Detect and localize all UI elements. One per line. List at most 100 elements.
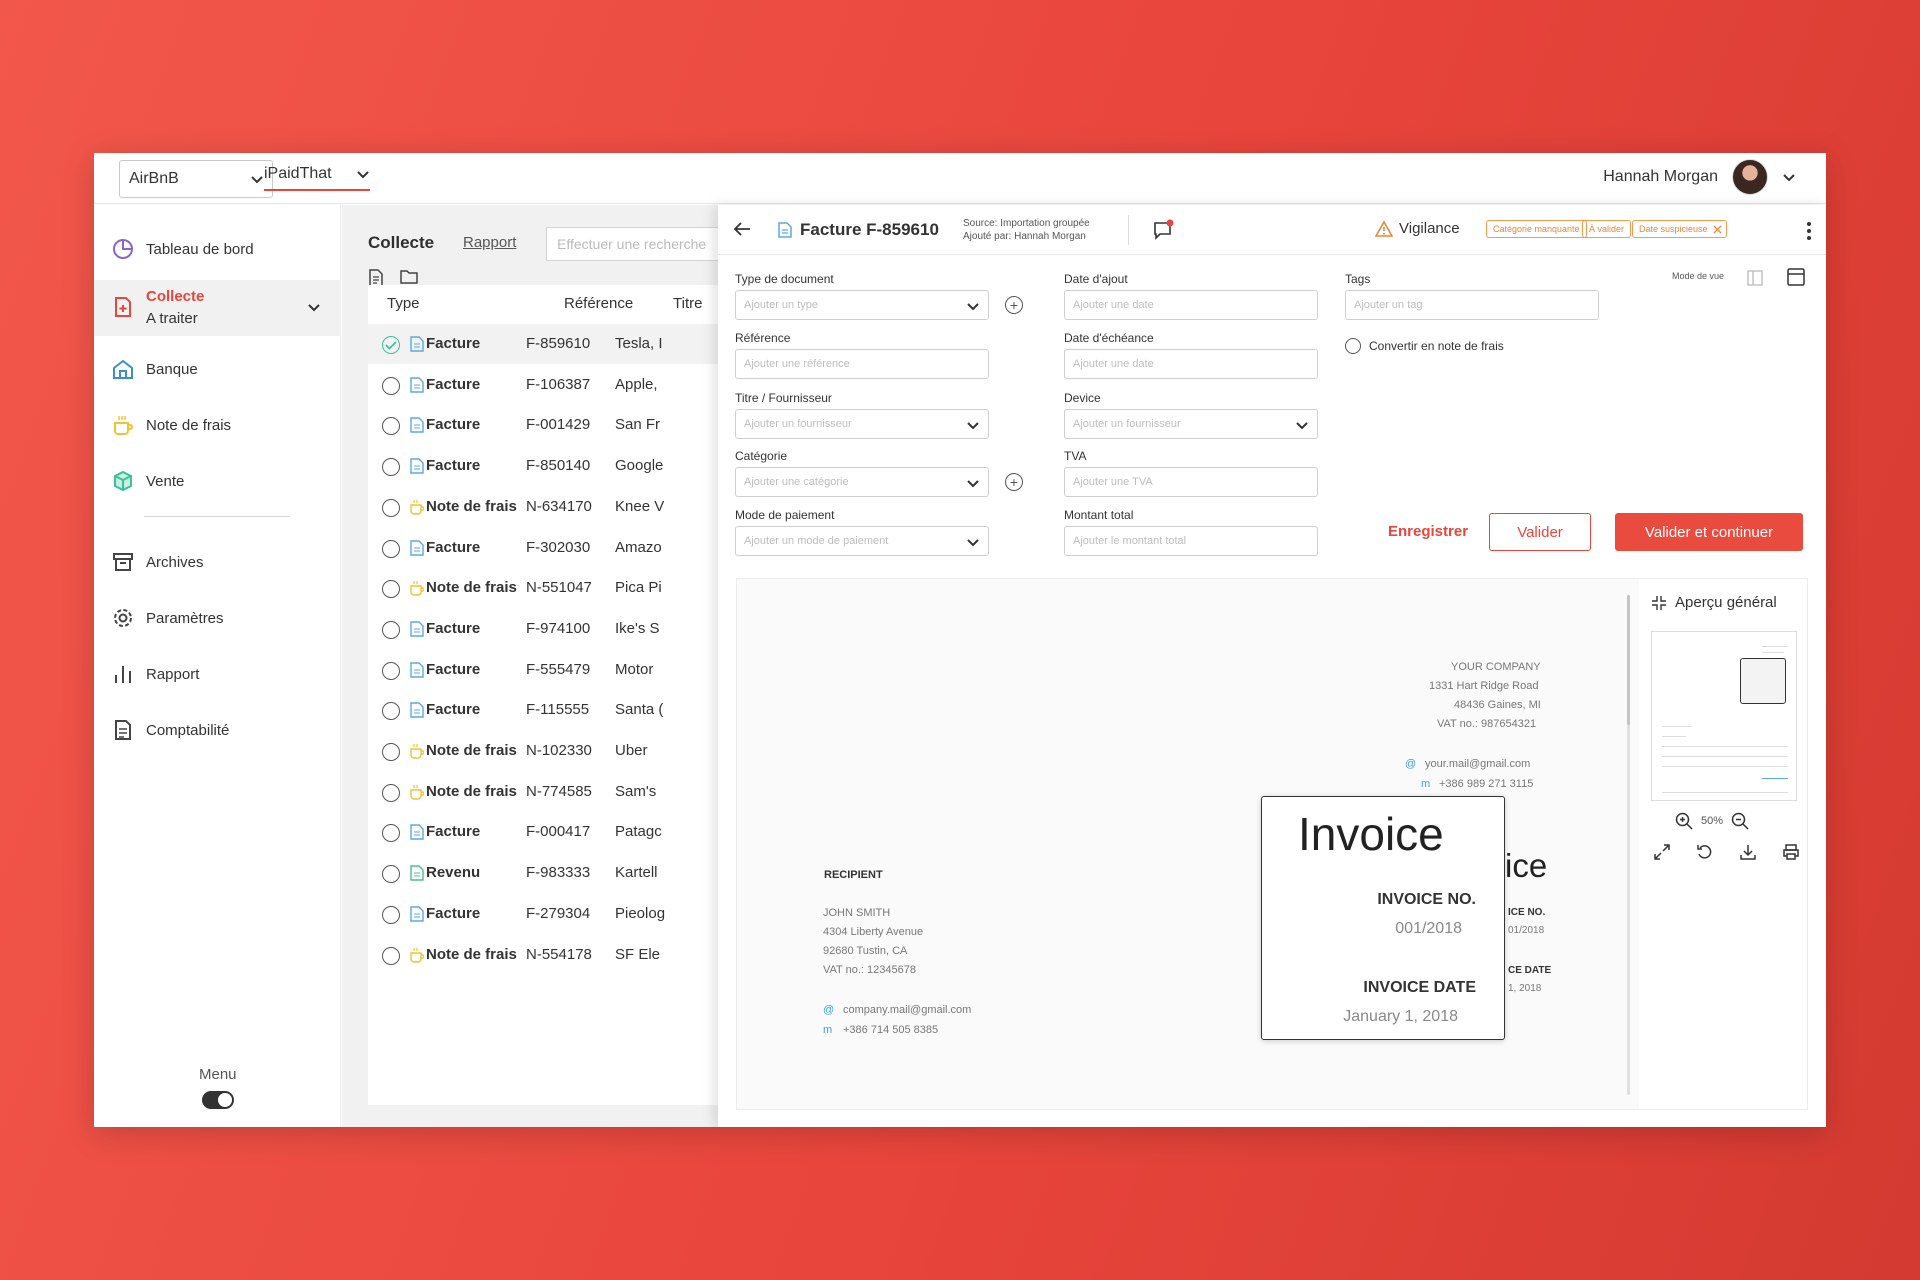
sidebar-item-rapport[interactable]: Rapport	[94, 652, 341, 696]
download-icon[interactable]	[1739, 843, 1757, 861]
payment-placeholder: Ajouter un mode de paiement	[744, 535, 889, 547]
zoom-in-icon[interactable]	[1675, 812, 1693, 830]
overview-thumbnail[interactable]	[1651, 631, 1797, 801]
table-row[interactable]: Revenu F-983333 Kartell	[368, 853, 748, 893]
user-menu[interactable]: Hannah Morgan	[1603, 159, 1796, 195]
single-panel-view-icon[interactable]	[1747, 270, 1763, 286]
print-icon[interactable]	[1782, 843, 1800, 861]
row-select-radio[interactable]	[382, 498, 400, 517]
convert-expense-option[interactable]: Convertir en note de frais	[1345, 338, 1504, 354]
sidebar-item-collecte[interactable]: Collecte A traiter	[94, 280, 341, 336]
search-input[interactable]: Effectuer une recherche	[546, 227, 746, 261]
total-input[interactable]: Ajouter le montant total	[1064, 526, 1318, 556]
table-row[interactable]: Note de frais N-554178 SF Ele	[368, 935, 748, 975]
sidebar-item-archives[interactable]: Archives	[94, 540, 341, 584]
row-select-radio[interactable]	[382, 336, 400, 354]
type-select[interactable]: Ajouter un type	[735, 290, 989, 320]
split-view-icon[interactable]	[1787, 268, 1805, 286]
tva-input[interactable]: Ajouter une TVA	[1064, 467, 1318, 497]
validate-continue-button[interactable]: Valider et continuer	[1615, 513, 1803, 551]
sidebar-item-dashboard[interactable]: Tableau de bord	[94, 227, 341, 271]
bar-chart-icon	[115, 666, 131, 683]
table-row[interactable]: Facture F-106387 Apple,	[368, 365, 748, 405]
company-select[interactable]: AirBnB	[119, 160, 273, 198]
comment-icon[interactable]	[1152, 219, 1174, 241]
added-date-input[interactable]: Ajouter une date	[1064, 290, 1318, 320]
org-select[interactable]: iPaidThat	[264, 159, 370, 191]
row-select-radio[interactable]	[382, 417, 400, 436]
column-header-type[interactable]: Type	[387, 295, 420, 312]
convert-label: Convertir en note de frais	[1369, 339, 1504, 353]
row-title: Pica Pi	[615, 579, 662, 597]
sidebar-item-banque[interactable]: Banque	[94, 347, 341, 391]
tag-categorie-manquante[interactable]: Catégorie manquante	[1486, 220, 1587, 238]
zoom-controls: 50%	[1675, 812, 1749, 830]
table-row[interactable]: Facture F-302030 Amazo	[368, 528, 748, 568]
row-select-radio[interactable]	[382, 580, 400, 599]
add-category-icon[interactable]: +	[1005, 473, 1023, 491]
zoom-out-icon[interactable]	[1731, 812, 1749, 830]
row-select-radio[interactable]	[382, 865, 400, 884]
table-row[interactable]: Note de frais N-551047 Pica Pi	[368, 568, 748, 608]
tag-a-valider[interactable]: À valider	[1582, 220, 1632, 238]
payment-select[interactable]: Ajouter un mode de paiement	[735, 526, 989, 556]
thumbnail-line	[1762, 646, 1788, 647]
due-date-input[interactable]: Ajouter une date	[1064, 349, 1318, 379]
collapse-icon[interactable]	[1651, 595, 1667, 611]
table-row[interactable]: Facture F-001429 San Fr	[368, 405, 748, 445]
row-select-radio[interactable]	[382, 539, 400, 558]
table-row[interactable]: Note de frais N-634170 Knee V	[368, 487, 748, 527]
table-row[interactable]: Facture F-000417 Patagc	[368, 812, 748, 852]
table-row[interactable]: Facture F-974100 Ike's S	[368, 609, 748, 649]
row-select-radio[interactable]	[382, 702, 400, 721]
category-select[interactable]: Ajouter une catégorie	[735, 467, 989, 497]
rapport-link[interactable]: Rapport	[463, 234, 516, 251]
row-select-radio[interactable]	[382, 824, 400, 843]
table-row[interactable]: Note de frais N-774585 Sam's	[368, 772, 748, 812]
table-row[interactable]: Note de frais N-102330 Uber	[368, 731, 748, 771]
table-row[interactable]: Facture F-850140 Google	[368, 446, 748, 486]
convert-radio[interactable]	[1345, 338, 1361, 354]
row-select-radio[interactable]	[382, 905, 400, 924]
row-select-radio[interactable]	[382, 620, 400, 639]
table-row[interactable]: Facture F-279304 Pieolog	[368, 894, 748, 934]
row-select-radio[interactable]	[382, 946, 400, 965]
sidebar-item-vente[interactable]: Vente	[94, 459, 341, 503]
sidebar-item-comptabilite[interactable]: Comptabilité	[94, 708, 341, 752]
validate-button[interactable]: Valider	[1489, 513, 1591, 551]
row-select-radio[interactable]	[382, 376, 400, 395]
row-select-radio[interactable]	[382, 661, 400, 680]
row-title: Patagc	[615, 823, 662, 841]
menu-toggle[interactable]	[202, 1091, 234, 1109]
more-options-icon[interactable]	[1806, 221, 1812, 241]
column-header-title[interactable]: Titre	[673, 295, 702, 312]
table-row[interactable]: Facture F-115555 Santa (	[368, 690, 748, 730]
tag-date-suspicieuse[interactable]: Date suspicieuse	[1632, 220, 1727, 238]
row-select-radio[interactable]	[382, 743, 400, 761]
tags-input[interactable]: Ajouter un tag	[1345, 290, 1599, 320]
reference-input[interactable]: Ajouter une référence	[735, 349, 989, 379]
ledger-icon	[115, 720, 131, 740]
added-date-label: Date d'ajout	[1064, 272, 1128, 286]
table-row[interactable]: Facture F-859610 Tesla, I	[368, 324, 748, 364]
table-row[interactable]: Facture F-555479 Motor	[368, 650, 748, 690]
overview-panel: Aperçu général 50%	[1639, 579, 1807, 1109]
close-icon[interactable]	[1713, 225, 1722, 234]
folder-icon[interactable]	[400, 269, 418, 285]
device-select[interactable]: Ajouter un fournisseur	[1064, 409, 1318, 439]
avatar[interactable]	[1732, 159, 1768, 195]
preview-scrollbar[interactable]	[1627, 595, 1630, 1095]
chevron-down-icon[interactable]	[1782, 170, 1796, 184]
supplier-select[interactable]: Ajouter un fournisseur	[735, 409, 989, 439]
chevron-down-icon[interactable]	[307, 300, 321, 314]
arrow-left-icon[interactable]	[732, 219, 752, 239]
add-type-icon[interactable]: +	[1005, 296, 1023, 314]
expand-icon[interactable]	[1653, 843, 1671, 861]
row-select-radio[interactable]	[382, 783, 400, 802]
save-button[interactable]: Enregistrer	[1388, 523, 1468, 540]
column-header-reference[interactable]: Référence	[564, 295, 633, 312]
rotate-icon[interactable]	[1696, 843, 1714, 861]
row-select-radio[interactable]	[382, 458, 400, 477]
sidebar-item-parametres[interactable]: Paramètres	[94, 596, 341, 640]
sidebar-item-note-de-frais[interactable]: Note de frais	[94, 403, 341, 447]
